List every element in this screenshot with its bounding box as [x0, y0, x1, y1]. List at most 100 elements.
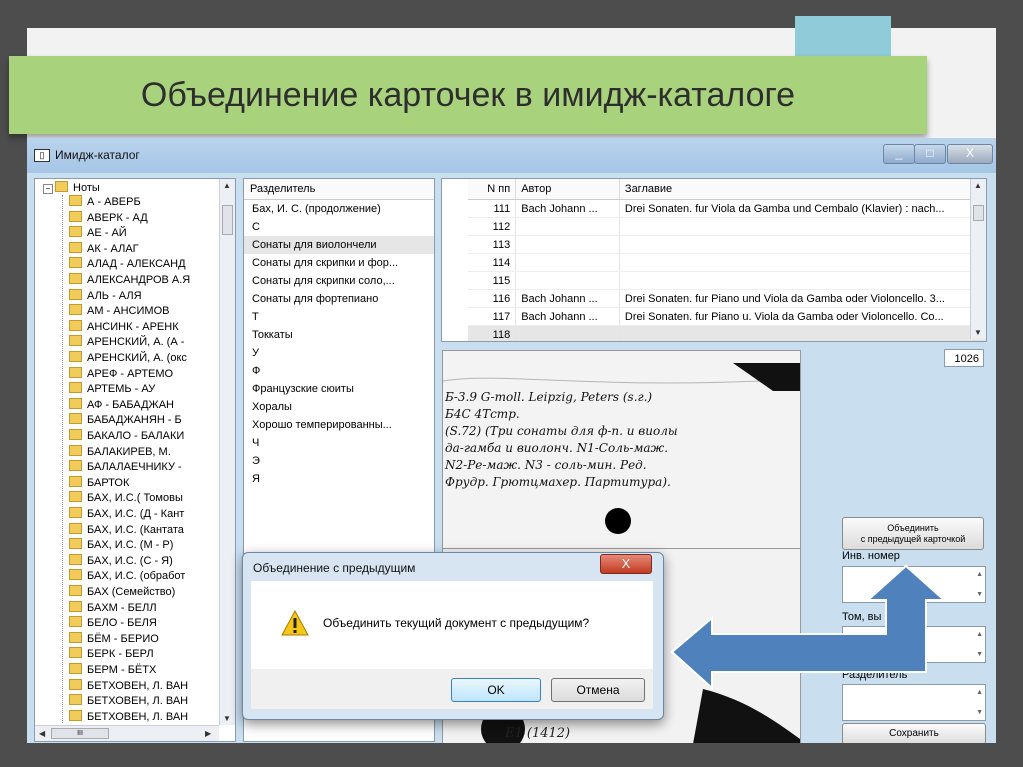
divider-list-item[interactable]: Токкаты: [244, 326, 434, 344]
divider-list-item[interactable]: С: [244, 218, 434, 236]
tree-item[interactable]: БАХ, И.С. (С - Я): [69, 553, 173, 568]
tree-item[interactable]: АЛЬ - АЛЯ: [69, 288, 142, 303]
spin-up-icon[interactable]: ▲: [976, 689, 983, 696]
divider-list-item[interactable]: Хоралы: [244, 398, 434, 416]
spin-down-icon[interactable]: ▼: [976, 591, 983, 598]
save-button[interactable]: Сохранить: [842, 723, 986, 743]
tree-horizontal-scrollbar[interactable]: ◀ III ▶: [35, 725, 219, 741]
divider-list-item[interactable]: Сонаты для фортепиано: [244, 290, 434, 308]
tree-item[interactable]: АЛЕКСАНДРОВ А.Я: [69, 273, 190, 287]
tree-item-label: БЕРМ - БЁТХ: [87, 664, 157, 676]
column-header[interactable]: N пп: [468, 179, 517, 200]
table-row[interactable]: 112: [468, 217, 986, 236]
tree-item[interactable]: АРЕНСКИЙ, А. (окс: [69, 351, 187, 365]
tree-item[interactable]: АРЕФ - АРТЕМО: [69, 366, 173, 381]
spin-down-icon[interactable]: ▼: [976, 709, 983, 716]
maximize-button[interactable]: □: [914, 144, 946, 164]
divider-list-item[interactable]: Сонаты для виолончели: [244, 236, 434, 254]
tree-item[interactable]: БАХ, И.С. (обработ: [69, 569, 185, 583]
scroll-down-icon[interactable]: ▼: [223, 714, 231, 723]
tree-item[interactable]: БЕТХОВЕН, Л. ВАН: [69, 678, 188, 693]
tree-item[interactable]: АРЕНСКИЙ, А. (А -: [69, 335, 184, 349]
divider-field[interactable]: ▲ ▼: [842, 684, 986, 721]
divider-list-item[interactable]: Ч: [244, 434, 434, 452]
tree-item[interactable]: АЕ - АЙ: [69, 226, 127, 240]
scroll-down-icon[interactable]: ▼: [974, 328, 982, 337]
divider-list-item[interactable]: У: [244, 344, 434, 362]
table-vertical-scrollbar[interactable]: ▲ ▼: [970, 179, 986, 339]
tree-item[interactable]: БЕРМ - БЁТХ: [69, 663, 156, 677]
divider-list-item[interactable]: Хорошо темперированны...: [244, 416, 434, 434]
tree-item[interactable]: БАХ (Семейство): [69, 585, 175, 599]
spin-up-icon[interactable]: ▲: [976, 631, 983, 638]
collapse-icon[interactable]: −: [43, 184, 53, 194]
tree-item[interactable]: БЕЛО - БЕЛЯ: [69, 616, 157, 630]
merge-confirm-dialog: Объединение с предыдущим X Объединить те…: [242, 552, 664, 720]
hscroll-thumb[interactable]: III: [51, 728, 109, 739]
column-header[interactable]: Автор: [515, 179, 620, 200]
inventory-number-field[interactable]: ▲ ▼: [842, 566, 986, 603]
scroll-right-icon[interactable]: ▶: [205, 729, 211, 738]
close-button[interactable]: X: [947, 144, 993, 164]
tree-item[interactable]: БАРТОК: [69, 475, 129, 490]
divider-list-item[interactable]: Французские сюиты: [244, 380, 434, 398]
table-row[interactable]: 116 Bach Johann ... Drei Sonaten. fur Pian…: [468, 289, 986, 308]
cancel-button[interactable]: Отмена: [551, 678, 645, 702]
scroll-thumb[interactable]: [222, 205, 233, 235]
tree-root-node[interactable]: − Ноты: [43, 181, 100, 194]
tree-item[interactable]: БАХ, И.С. (Д - Кант: [69, 507, 184, 521]
scroll-up-icon[interactable]: ▲: [974, 181, 982, 190]
tree-vertical-scrollbar[interactable]: ▲ ▼: [219, 179, 235, 725]
tree-item[interactable]: А - АВЕРБ: [69, 195, 141, 209]
table-row[interactable]: 111 Bach Johann ... Drei Sonaten. fur Viol…: [468, 199, 986, 218]
table-row[interactable]: 117 Bach Johann ... Drei Sonaten. fur Pian…: [468, 307, 986, 326]
scroll-thumb[interactable]: [973, 205, 984, 221]
divider-list-item[interactable]: Т: [244, 308, 434, 326]
tree-item[interactable]: БЁМ - БЕРИО: [69, 631, 159, 646]
column-header[interactable]: Заглавие: [619, 179, 986, 200]
tree-item[interactable]: АНСИНК - АРЕНК: [69, 319, 179, 334]
tree-item[interactable]: АРТЕМЬ - АУ: [69, 382, 155, 396]
tree-item[interactable]: БАЛАКИРЕВ, М.: [69, 444, 171, 459]
dialog-close-button[interactable]: X: [600, 554, 652, 574]
spin-down-icon[interactable]: ▼: [976, 651, 983, 658]
table-row[interactable]: 118: [468, 325, 986, 341]
tree-item[interactable]: АМ - АНСИМОВ: [69, 304, 169, 318]
divider-list-item[interactable]: Э: [244, 452, 434, 470]
minimize-button[interactable]: _: [883, 144, 915, 164]
tree-guide-line: [62, 195, 64, 723]
merge-with-previous-button[interactable]: Объединить с предыдущей карточкой: [842, 517, 984, 550]
documents-table[interactable]: N пп Автор Заглавие 111 Bach Johann ... Drei…: [441, 178, 987, 342]
divider-list-item[interactable]: Сонаты для скрипки соло,...: [244, 272, 434, 290]
table-row[interactable]: 114: [468, 253, 986, 272]
ok-button[interactable]: OK: [451, 678, 541, 702]
table-row[interactable]: 115: [468, 271, 986, 290]
tree-item[interactable]: АВЕРК - АД: [69, 210, 148, 225]
table-cell: 113: [468, 235, 517, 254]
volume-field[interactable]: ▲ ▼: [842, 626, 986, 663]
tree-item[interactable]: БАХ, И.С. (Кантата: [69, 522, 184, 537]
tree-item[interactable]: БАБАДЖАНЯН - Б: [69, 413, 182, 427]
divider-list-item[interactable]: Я: [244, 470, 434, 488]
tree-item[interactable]: АЛАД - АЛЕКСАНД: [69, 257, 186, 271]
table-row[interactable]: 113: [468, 235, 986, 254]
title-banner: Объединение карточек в имидж-каталоге: [9, 56, 927, 134]
tree-item[interactable]: БЕТХОВЕН, Л. ВАН: [69, 709, 188, 724]
catalog-tree[interactable]: − Ноты А - АВЕРБ АВЕРК - АД АЕ - АЙ АК - АЛА…: [34, 178, 236, 742]
divider-list-item[interactable]: Сонаты для скрипки и фор...: [244, 254, 434, 272]
tree-item[interactable]: БАХ, И.С. (М - Р): [69, 538, 173, 552]
tree-item[interactable]: БАХ, И.С.( Томовы: [69, 491, 183, 505]
tree-item[interactable]: АК - АЛАГ: [69, 241, 139, 256]
tree-item[interactable]: БАКАЛО - БАЛАКИ: [69, 429, 184, 443]
spin-up-icon[interactable]: ▲: [976, 571, 983, 578]
tree-item[interactable]: БЕТХОВЕН, Л. ВАН: [69, 694, 188, 708]
dialog-footer: OK Отмена: [251, 669, 653, 709]
tree-item[interactable]: АФ - БАБАДЖАН: [69, 397, 174, 412]
scroll-left-icon[interactable]: ◀: [39, 729, 45, 738]
tree-item[interactable]: БЕРК - БЕРЛ: [69, 647, 154, 661]
divider-list-item[interactable]: Ф: [244, 362, 434, 380]
tree-item[interactable]: БАХМ - БЕЛЛ: [69, 600, 157, 615]
tree-item[interactable]: БАЛАЛАЕЧНИКУ -: [69, 460, 182, 474]
divider-list-item[interactable]: Бах, И. С. (продолжение): [244, 200, 434, 218]
scroll-up-icon[interactable]: ▲: [223, 181, 231, 190]
